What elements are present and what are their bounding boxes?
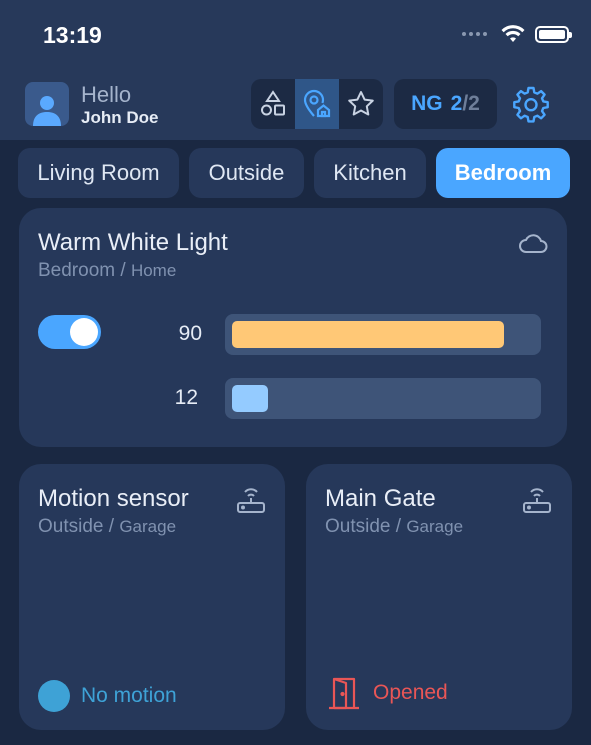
cloud-icon [519,234,548,253]
tab-bedroom[interactable]: Bedroom [436,148,570,198]
light-location: Bedroom / Home [38,260,177,281]
motion-status-indicator [38,680,70,712]
light-title: Warm White Light [38,229,228,256]
greeting: Hello [81,82,132,107]
motion-sensor-location: Outside / Garage [38,516,177,537]
view-mode-shapes-button[interactable] [251,79,295,129]
tab-outside[interactable]: Outside [189,148,304,198]
main-gate-title: Main Gate [325,485,436,512]
router-icon [523,488,551,513]
gate-status-text: Opened [373,681,448,704]
color-temperature-slider-fill [232,385,268,412]
brightness-value: 90 [178,322,202,345]
user-icon [33,96,61,126]
network-count: 2/2 [450,92,480,115]
brightness-slider[interactable] [225,314,541,355]
user-name: John Doe [81,108,159,127]
view-mode-location-button[interactable] [295,79,339,129]
shapes-icon [261,90,285,116]
status-time: 13:19 [43,22,102,48]
motion-sensor-title: Motion sensor [38,485,189,512]
status-indicators [462,25,572,43]
view-mode-favorites-button[interactable] [339,79,383,129]
tab-living-room[interactable]: Living Room [18,148,179,198]
location-home-icon [303,89,331,118]
wifi-icon [501,25,525,42]
motion-status-text: No motion [81,684,177,707]
tab-kitchen[interactable]: Kitchen [314,148,426,198]
brightness-slider-fill [232,321,504,348]
battery-icon [535,25,572,43]
cellular-signal-icon [462,32,487,36]
view-mode-switcher [251,79,383,129]
router-icon [237,488,265,513]
color-temperature-slider[interactable] [225,378,541,419]
temperature-value: 12 [174,386,198,409]
door-open-icon [329,677,359,710]
star-icon [348,91,374,116]
avatar[interactable] [25,82,69,126]
network-label: NG [411,92,443,115]
settings-gear-icon[interactable] [512,85,550,123]
light-power-toggle[interactable] [38,315,101,349]
main-gate-location: Outside / Garage [325,516,464,537]
network-group-selector[interactable]: NG 2/2 [394,79,497,129]
room-tabs: Living Room Outside Kitchen Bedroom [18,148,570,198]
